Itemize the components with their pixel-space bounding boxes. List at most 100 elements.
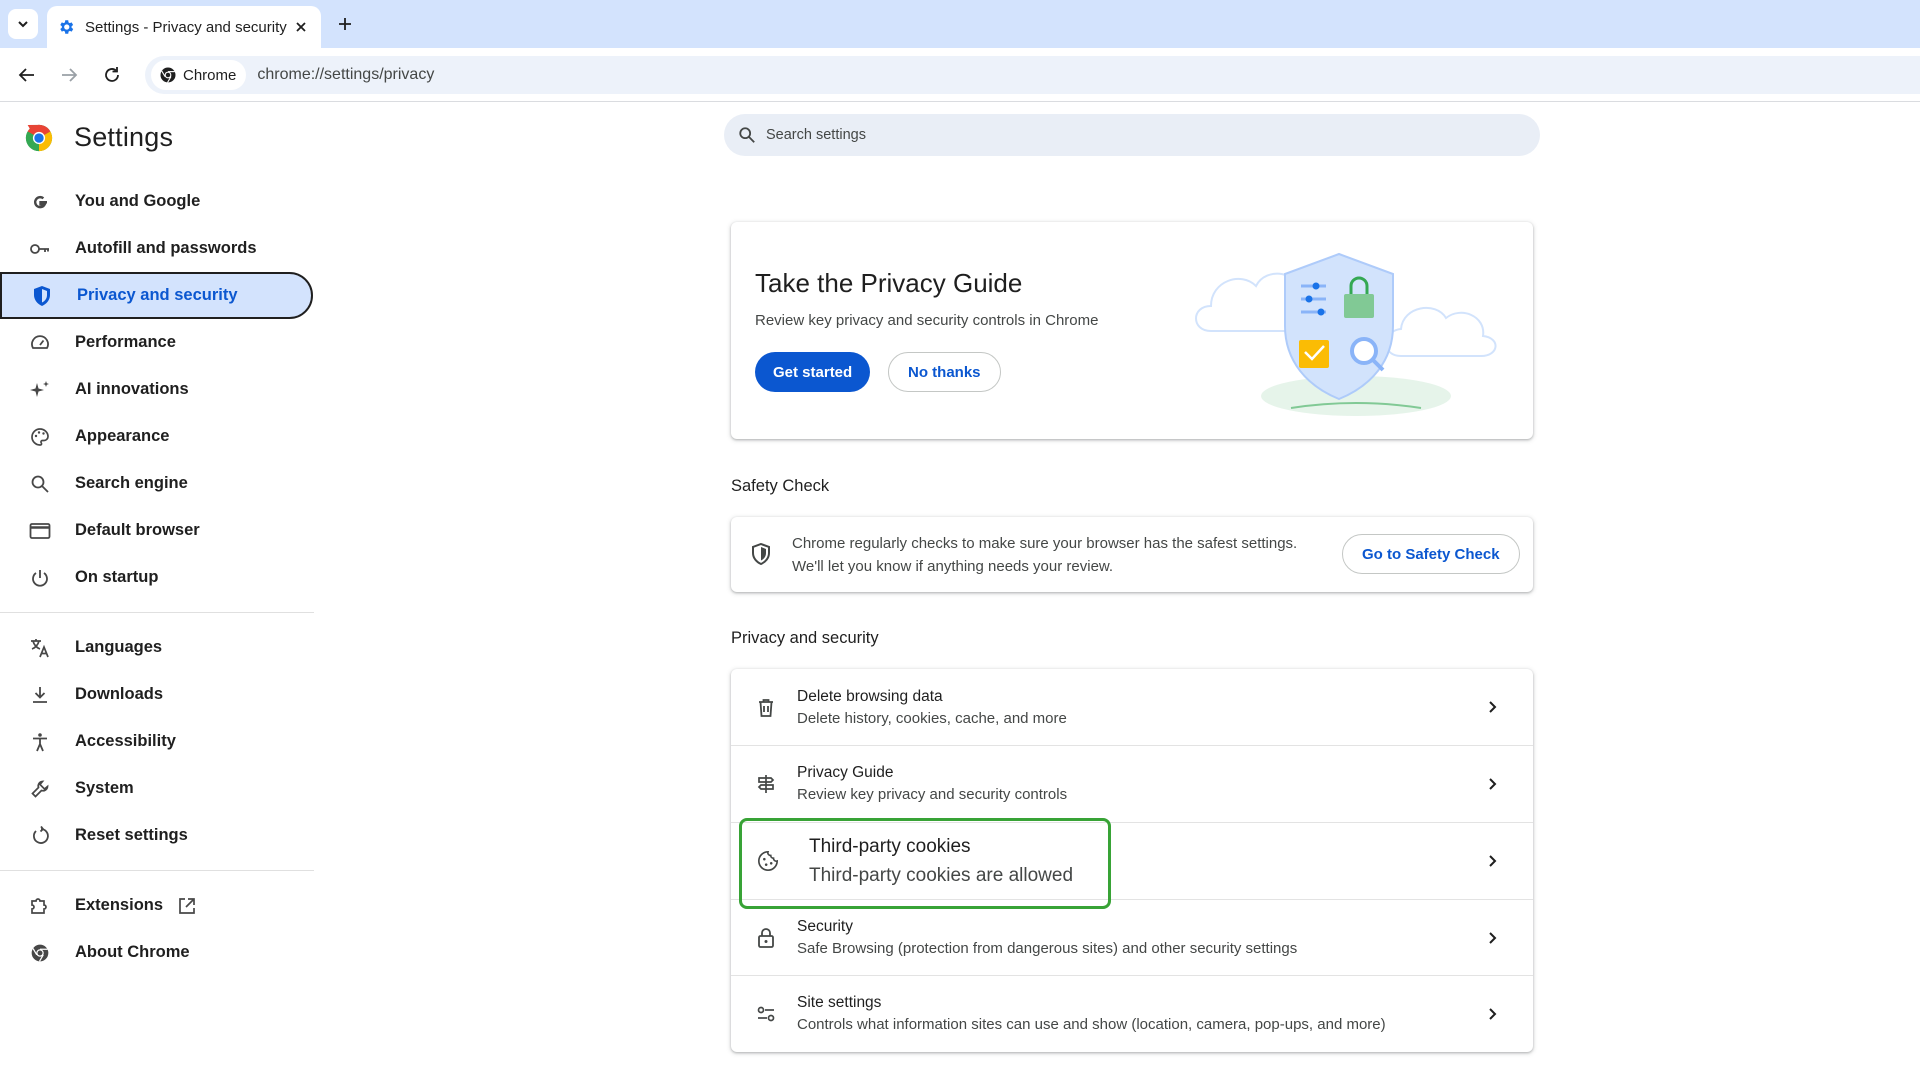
sidebar-item-autofill[interactable]: Autofill and passwords (0, 225, 314, 272)
chrome-icon (29, 942, 51, 964)
safety-check-heading: Safety Check (731, 477, 830, 495)
sidebar-item-label: Reset settings (75, 826, 188, 844)
search-icon (29, 473, 51, 495)
back-button[interactable] (13, 61, 41, 89)
palette-icon (29, 426, 51, 448)
tab-title: Settings - Privacy and security (85, 18, 287, 36)
settings-brand: Settings (24, 122, 173, 153)
arrow-right-icon (62, 68, 78, 82)
sidebar-item-privacy-and-security[interactable]: Privacy and security (0, 272, 313, 319)
url-text[interactable]: chrome://settings/privacy (257, 66, 434, 84)
sidebar-item-label: On startup (75, 568, 159, 586)
sidebar-item-label: Extensions (75, 896, 164, 914)
sidebar-item-on-startup[interactable]: On startup (0, 554, 314, 601)
sidebar-item-label: You and Google (75, 192, 201, 210)
safety-check-description: Chrome regularly checks to make sure you… (792, 532, 1297, 578)
search-settings-input[interactable]: Search settings (724, 114, 1540, 156)
site-info-chip[interactable]: Chrome (151, 60, 247, 90)
sidebar-item-system[interactable]: System (0, 765, 314, 812)
sidebar-item-search-engine[interactable]: Search engine (0, 460, 314, 507)
chip-label: Chrome (183, 66, 237, 84)
shield-check-icon (751, 542, 771, 570)
row-site-settings[interactable]: Site settings Controls what information … (731, 975, 1533, 1052)
sidebar-item-label: Search engine (75, 474, 188, 492)
sidebar-item-extensions[interactable]: Extensions (0, 882, 314, 929)
chevron-right-icon (1483, 1004, 1503, 1024)
arrow-left-icon (18, 68, 34, 82)
row-texts: Delete browsing data Delete history, coo… (797, 686, 1067, 730)
sidebar-item-label: Privacy and security (77, 286, 238, 304)
translate-icon (29, 637, 51, 659)
row-texts: Privacy Guide Review key privacy and sec… (797, 762, 1067, 806)
row-subtitle: Safe Browsing (protection from dangerous… (797, 940, 1298, 957)
chevron-right-icon (1483, 928, 1503, 948)
signpost-icon (755, 773, 777, 795)
sidebar-item-label: System (75, 779, 134, 797)
sidebar-item-default-browser[interactable]: Default browser (0, 507, 314, 554)
power-icon (29, 567, 51, 589)
sidebar-item-languages[interactable]: Languages (0, 624, 314, 671)
google-g-icon (29, 191, 51, 213)
row-delete-browsing-data[interactable]: Delete browsing data Delete history, coo… (731, 669, 1533, 746)
settings-sidebar: You and Google Autofill and passwords Pr… (0, 178, 314, 976)
speedometer-icon (29, 332, 51, 354)
row-subtitle: Delete history, cookies, cache, and more (797, 709, 1067, 727)
sidebar-item-reset-settings[interactable]: Reset settings (0, 812, 314, 859)
privacy-guide-description: Review key privacy and security controls… (755, 312, 1099, 329)
address-bar[interactable]: Chrome chrome://settings/privacy (145, 56, 1920, 94)
chrome-icon (160, 67, 176, 83)
sidebar-item-ai-innovations[interactable]: AI innovations (0, 366, 314, 413)
plus-icon (339, 18, 351, 30)
chevron-right-icon (1483, 851, 1503, 871)
get-started-button[interactable]: Get started (755, 352, 871, 392)
open-in-new-icon (177, 896, 197, 916)
sidebar-item-label: AI innovations (75, 380, 189, 398)
privacy-shield-illustration (1195, 252, 1497, 416)
row-security[interactable]: Security Safe Browsing (protection from … (731, 899, 1533, 976)
go-to-safety-check-button[interactable]: Go to Safety Check (1342, 534, 1520, 574)
sidebar-item-label: Performance (75, 333, 176, 351)
third-party-cookies-highlight (739, 818, 1111, 909)
sidebar-item-you-and-google[interactable]: You and Google (0, 178, 314, 225)
sidebar-item-performance[interactable]: Performance (0, 319, 314, 366)
row-subtitle: Controls what information sites can use … (797, 1016, 1386, 1033)
gear-icon (57, 18, 75, 36)
sidebar-item-accessibility[interactable]: Accessibility (0, 718, 314, 765)
row-texts: Security Safe Browsing (protection from … (797, 916, 1297, 960)
row-title: Security (797, 918, 853, 935)
close-icon[interactable] (291, 17, 311, 37)
sidebar-item-label: Accessibility (75, 732, 176, 750)
sidebar-item-appearance[interactable]: Appearance (0, 413, 314, 460)
sidebar-item-label: About Chrome (75, 943, 190, 961)
forward-button[interactable] (55, 61, 83, 89)
trash-icon (755, 697, 777, 719)
no-thanks-button[interactable]: No thanks (888, 352, 1001, 392)
row-title: Delete browsing data (797, 687, 943, 705)
safety-check-line-2: We'll let you know if anything needs you… (792, 558, 1114, 575)
download-icon (29, 684, 51, 706)
privacy-guide-promo-card: Take the Privacy Guide Review key privac… (731, 222, 1533, 439)
sidebar-item-label: Default browser (75, 521, 200, 539)
toolbar: Chrome chrome://settings/privacy (0, 48, 1920, 102)
reload-button[interactable] (98, 61, 126, 89)
reset-icon (29, 825, 51, 847)
sidebar-item-label: Downloads (75, 685, 164, 703)
sparkle-icon (29, 379, 51, 401)
tab-search-button[interactable] (8, 9, 38, 39)
sidebar-divider (0, 870, 314, 871)
active-tab[interactable]: Settings - Privacy and security (47, 6, 321, 48)
sidebar-item-downloads[interactable]: Downloads (0, 671, 314, 718)
lock-icon (755, 927, 777, 949)
accessibility-icon (29, 731, 51, 753)
sidebar-divider (0, 612, 314, 613)
chevron-right-icon (1483, 774, 1503, 794)
search-icon (739, 127, 755, 143)
tune-icon (755, 1003, 777, 1025)
puzzle-icon (29, 895, 51, 917)
row-title: Privacy Guide (797, 764, 894, 781)
row-title: Site settings (797, 994, 882, 1011)
sidebar-item-about-chrome[interactable]: About Chrome (0, 929, 314, 976)
row-privacy-guide[interactable]: Privacy Guide Review key privacy and sec… (731, 745, 1533, 822)
privacy-guide-title: Take the Privacy Guide (755, 268, 1023, 298)
new-tab-button[interactable] (332, 11, 358, 37)
